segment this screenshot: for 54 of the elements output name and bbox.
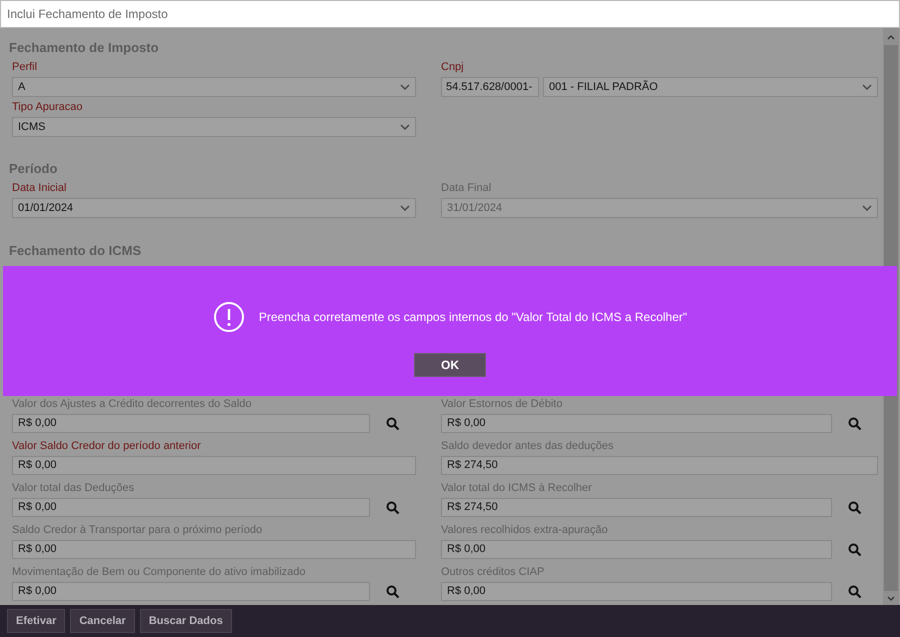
field-label: Cnpj bbox=[441, 60, 465, 75]
section-title: Fechamento do ICMS bbox=[9, 242, 142, 260]
chevron-down-icon bbox=[400, 124, 410, 130]
currency-field[interactable]: R$ 0,00 bbox=[12, 540, 416, 559]
chevron-down-icon bbox=[400, 205, 410, 211]
field-label: Tipo Apuracao bbox=[12, 100, 84, 115]
field-label: Data Inicial bbox=[12, 181, 68, 196]
currency-field[interactable]: R$ 0,00 bbox=[12, 414, 370, 433]
currency-field[interactable]: R$ 0,00 bbox=[441, 582, 832, 601]
field-label: Valor Estornos de Débito bbox=[441, 397, 564, 412]
search-icon[interactable] bbox=[848, 416, 862, 430]
field-label: Movimentação de Bem ou Componente do ativo imabilizado bbox=[12, 565, 306, 580]
ok-button[interactable]: OK bbox=[414, 353, 486, 377]
field-label: Outros créditos CIAP bbox=[441, 565, 546, 580]
currency-field[interactable]: R$ 0,00 bbox=[12, 456, 416, 475]
footer-button[interactable]: Cancelar bbox=[70, 609, 135, 633]
search-icon[interactable] bbox=[848, 542, 862, 556]
alert-message: Preencha corretamente os campos internos do "Valor Total do ICMS a Recolher" bbox=[258, 309, 688, 326]
currency-field[interactable]: R$ 0,00 bbox=[12, 582, 370, 601]
field-label: Valores recolhidos extra-apuração bbox=[441, 523, 609, 538]
currency-field[interactable]: R$ 0,00 bbox=[441, 540, 832, 559]
search-icon[interactable] bbox=[386, 416, 400, 430]
field-label: Valor total das Deduções bbox=[12, 481, 136, 496]
section-title: Período bbox=[9, 160, 58, 178]
search-icon[interactable] bbox=[386, 584, 400, 598]
select-field[interactable]: A bbox=[12, 77, 416, 97]
footer-button[interactable]: Buscar Dados bbox=[140, 609, 232, 633]
field-label: Valor total do ICMS à Recolher bbox=[441, 481, 593, 496]
window-title: Inclui Fechamento de Imposto bbox=[7, 6, 168, 23]
select-field[interactable]: ICMS bbox=[12, 117, 416, 137]
field-label: Data Final bbox=[441, 181, 492, 196]
chevron-down-icon bbox=[862, 205, 872, 211]
currency-field[interactable]: R$ 0,00 bbox=[12, 498, 370, 517]
currency-field[interactable]: R$ 0,00 bbox=[441, 414, 832, 433]
chevron-down-icon bbox=[862, 84, 872, 90]
field-label: Valor Saldo Credor do período anterior bbox=[12, 439, 202, 454]
search-icon[interactable] bbox=[386, 500, 400, 514]
cnpj-field[interactable]: 54.517.628/0001- bbox=[441, 77, 539, 97]
search-icon[interactable] bbox=[848, 500, 862, 514]
footer-button[interactable]: Efetivar bbox=[7, 609, 66, 633]
currency-field[interactable]: R$ 274,50 bbox=[441, 456, 878, 475]
select-field[interactable]: 01/01/2024 bbox=[12, 198, 416, 218]
field-label: Valor dos Ajustes a Crédito decorrentes do Saldo bbox=[12, 397, 252, 412]
branch-select[interactable]: 001 - FILIAL PADRÃO bbox=[543, 77, 878, 97]
field-label: Saldo devedor antes das deduções bbox=[441, 439, 614, 454]
scroll-up-icon[interactable] bbox=[887, 35, 895, 40]
search-icon[interactable] bbox=[848, 584, 862, 598]
warning-icon bbox=[212, 301, 245, 333]
currency-field[interactable]: R$ 274,50 bbox=[441, 498, 832, 517]
scroll-down-icon[interactable] bbox=[887, 596, 895, 601]
field-label: Perfil bbox=[12, 60, 38, 75]
chevron-down-icon bbox=[400, 84, 410, 90]
field-label: Saldo Credor à Transportar para o próximo período bbox=[12, 523, 264, 538]
section-title: Fechamento de Imposto bbox=[9, 39, 160, 57]
